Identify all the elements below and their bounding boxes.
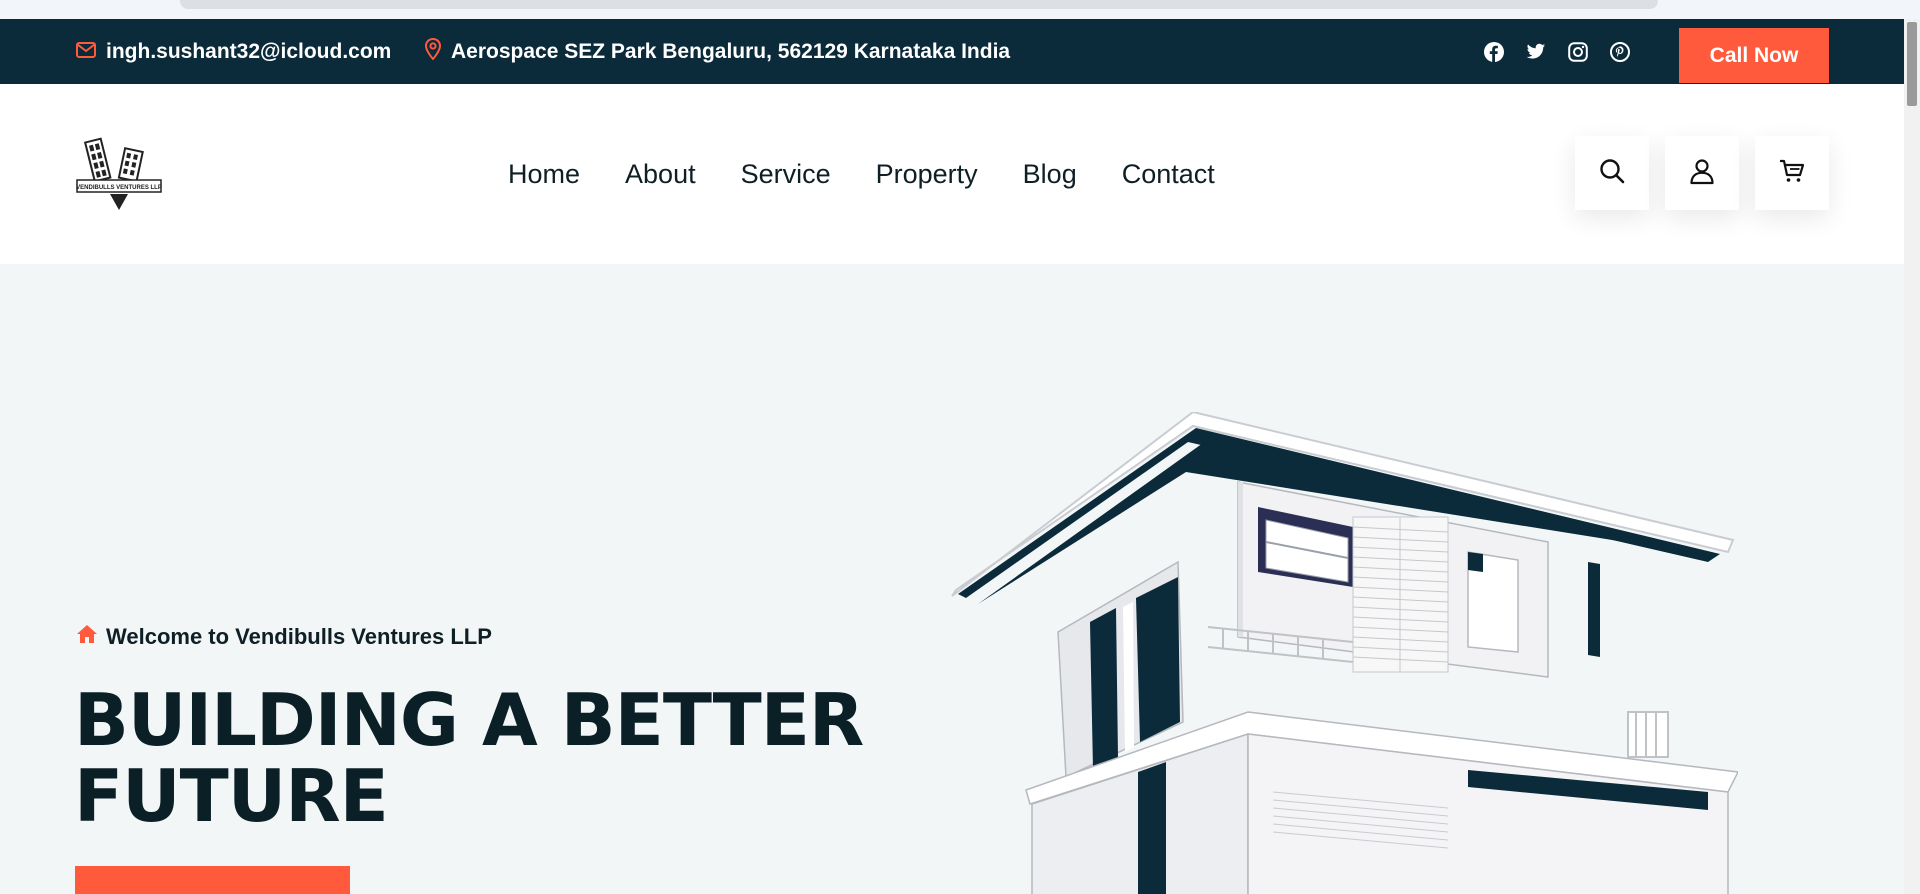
pinterest-icon[interactable] bbox=[1610, 41, 1630, 62]
cart-icon bbox=[1778, 157, 1806, 190]
nav-item-about[interactable]: About bbox=[625, 159, 696, 190]
call-now-button[interactable]: Call Now bbox=[1679, 28, 1829, 83]
browser-address-bar[interactable] bbox=[180, 0, 1658, 9]
top-contact-bar: ingh.sushant32@icloud.com Aerospace SEZ … bbox=[0, 19, 1904, 84]
email-text: ingh.sushant32@icloud.com bbox=[106, 39, 392, 63]
hero-section: Welcome to Vendibulls Ventures LLP BUILD… bbox=[0, 264, 1904, 894]
nav-item-contact[interactable]: Contact bbox=[1122, 159, 1215, 190]
hero-headline: BUILDING A BETTER FUTURE bbox=[74, 682, 864, 834]
nav-item-service[interactable]: Service bbox=[741, 159, 831, 190]
cart-button[interactable] bbox=[1755, 136, 1829, 210]
nav-item-property[interactable]: Property bbox=[876, 159, 978, 190]
nav-item-home[interactable]: Home bbox=[508, 159, 580, 190]
site-logo[interactable]: VENDIBULLS VENTURES LLP bbox=[76, 136, 162, 212]
welcome-text: Welcome to Vendibulls Ventures LLP bbox=[106, 624, 492, 649]
address-text: Aerospace SEZ Park Bengaluru, 562129 Kar… bbox=[451, 39, 1011, 63]
address-contact[interactable]: Aerospace SEZ Park Bengaluru, 562129 Kar… bbox=[424, 19, 1011, 84]
twitter-icon[interactable] bbox=[1526, 42, 1546, 62]
main-header: VENDIBULLS VENTURES LLP Home About Servi… bbox=[0, 84, 1904, 264]
welcome-tagline: Welcome to Vendibulls Ventures LLP bbox=[76, 624, 492, 650]
home-icon bbox=[76, 624, 98, 650]
hero-cta-button[interactable] bbox=[75, 866, 350, 894]
headline-line-1: BUILDING A BETTER bbox=[74, 678, 864, 762]
scrollbar-thumb[interactable] bbox=[1907, 22, 1917, 106]
svg-text:VENDIBULLS VENTURES LLP: VENDIBULLS VENTURES LLP bbox=[76, 185, 162, 191]
mail-icon bbox=[76, 40, 96, 64]
social-links bbox=[1484, 19, 1630, 84]
nav-item-blog[interactable]: Blog bbox=[1023, 159, 1077, 190]
instagram-icon[interactable] bbox=[1568, 41, 1588, 62]
user-icon bbox=[1688, 157, 1716, 190]
browser-top-strip bbox=[0, 0, 1920, 19]
facebook-icon[interactable] bbox=[1484, 41, 1504, 62]
main-nav: Home About Service Property Blog Contact bbox=[508, 84, 1215, 264]
email-contact[interactable]: ingh.sushant32@icloud.com bbox=[76, 19, 391, 84]
search-icon bbox=[1598, 157, 1626, 190]
headline-line-2: FUTURE bbox=[74, 754, 389, 838]
location-pin-icon bbox=[424, 37, 442, 66]
house-illustration bbox=[951, 412, 1738, 894]
search-button[interactable] bbox=[1575, 136, 1649, 210]
page-scrollbar[interactable] bbox=[1904, 19, 1920, 894]
account-button[interactable] bbox=[1665, 136, 1739, 210]
